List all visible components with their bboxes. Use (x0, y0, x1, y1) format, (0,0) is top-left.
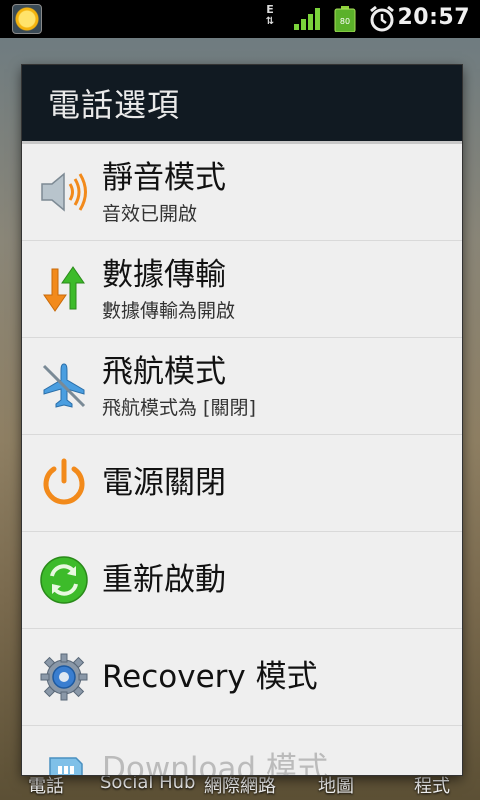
battery-icon: 80 (334, 6, 356, 32)
signal-icon (294, 8, 320, 30)
menu-item-label: Download 模式 (102, 751, 328, 775)
menu-item-sublabel: 音效已開啟 (102, 202, 198, 225)
menu-item-data-transfer[interactable]: 數據傳輸 數據傳輸為開啟 (22, 241, 462, 338)
airplane-off-icon (42, 363, 86, 408)
alarm-icon (370, 5, 394, 32)
menu-item-label: 數據傳輸 (102, 256, 226, 293)
menu-item-label: 重新啟動 (102, 562, 226, 598)
dock-item-apps[interactable]: 程式 (414, 772, 450, 798)
dialog-title: 電話選項 (48, 86, 181, 124)
menu-item-download-mode[interactable]: Download 模式 (22, 726, 462, 775)
speaker-volume-icon (41, 172, 87, 212)
dialog-title-bar: 電話選項 (22, 65, 462, 144)
menu-item-restart[interactable]: 重新啟動 (22, 532, 462, 629)
menu-item-silent-mode[interactable]: 靜音模式 音效已開啟 (22, 144, 462, 241)
menu-item-label: 飛航模式 (102, 353, 226, 390)
restart-icon (40, 556, 88, 604)
menu-item-sublabel: 數據傳輸為開啟 (102, 299, 236, 322)
phone-options-dialog: 電話選項 靜音模式 音效已開啟 數據傳輸 數據傳輸為開啟 飛航模式 飛航模式為 … (22, 65, 462, 775)
network-type-indicator: E ⇅ (265, 3, 275, 28)
dock-item-phone[interactable]: 電話 (28, 772, 64, 798)
status-bar: E ⇅ 80 20:57 (0, 0, 480, 38)
dock-item-internet[interactable]: 網際網路 (204, 772, 276, 798)
menu-item-label: 電源關閉 (102, 465, 226, 501)
weather-notification-icon[interactable] (12, 4, 42, 34)
menu-item-recovery-mode[interactable]: Recovery 模式 (22, 629, 462, 726)
power-icon (43, 458, 85, 505)
menu-item-label: Recovery 模式 (102, 659, 318, 695)
menu-item-power-off[interactable]: 電源關閉 (22, 435, 462, 532)
menu-item-sublabel: 飛航模式為 [關閉] (102, 396, 256, 419)
menu-item-airplane-mode[interactable]: 飛航模式 飛航模式為 [關閉] (22, 338, 462, 435)
dock-item-social-hub[interactable]: Social Hub (100, 772, 195, 793)
dock-item-maps[interactable]: 地圖 (318, 772, 354, 798)
status-clock: 20:57 (397, 5, 470, 30)
svg-text:80: 80 (340, 17, 350, 26)
download-sim-icon (49, 757, 83, 775)
recovery-gear-icon (40, 653, 88, 701)
data-transfer-arrows-icon (43, 266, 85, 312)
menu-item-label: 靜音模式 (102, 159, 226, 196)
